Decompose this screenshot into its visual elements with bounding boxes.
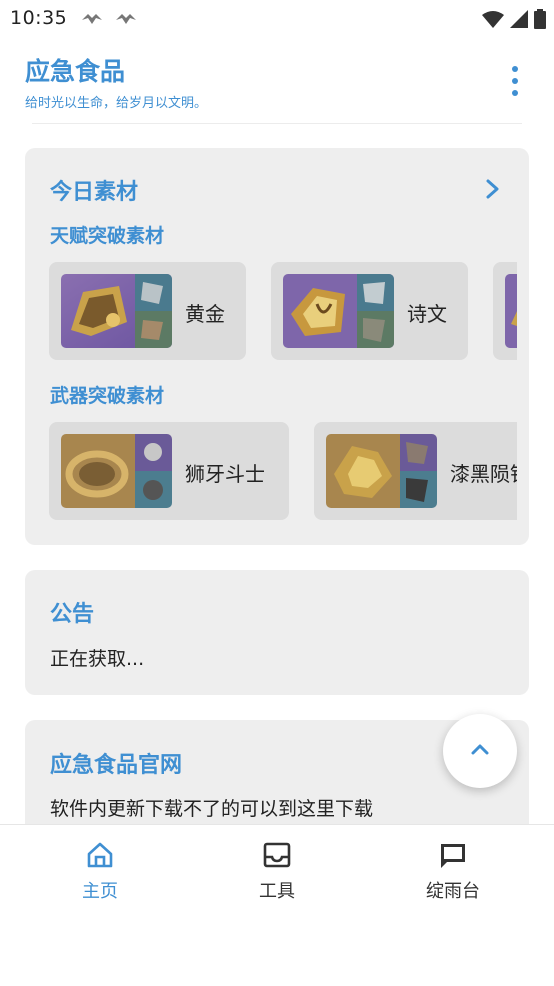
material-name: 黄金 — [185, 302, 225, 326]
material-image — [283, 274, 394, 348]
announcement-card[interactable]: 公告 正在获取... — [25, 570, 529, 695]
material-image — [505, 274, 517, 348]
notification-icon — [82, 14, 102, 24]
wifi-icon — [482, 11, 504, 28]
today-materials-title: 今日素材 — [50, 180, 139, 205]
nav-label-home: 主页 — [82, 881, 118, 902]
material-image — [326, 434, 437, 508]
scroll-to-top-button[interactable] — [443, 714, 517, 788]
announcement-title: 公告 — [50, 602, 95, 627]
chevron-up-icon — [471, 744, 489, 755]
signal-icon — [510, 10, 528, 28]
status-bar: 10:35 — [0, 0, 554, 38]
bottom-navigation: 主页 工具 绽雨台 — [0, 824, 554, 986]
app-title: 应急食品 — [25, 57, 126, 86]
material-item[interactable]: 黄金 — [49, 262, 246, 360]
material-name: 漆黑陨铁 — [450, 462, 517, 486]
announcement-text: 正在获取... — [50, 648, 145, 670]
chevron-right-icon[interactable] — [485, 178, 501, 200]
weapon-materials-row[interactable]: 狮牙斗士 漆黑陨铁 — [49, 422, 517, 520]
weapon-section-title: 武器突破素材 — [50, 385, 165, 407]
material-item[interactable]: 诗文 — [271, 262, 468, 360]
nav-item-tools[interactable]: 工具 — [207, 825, 347, 905]
nav-item-forum[interactable]: 绽雨台 — [383, 825, 523, 905]
more-vert-icon — [512, 66, 518, 72]
app-header: 应急食品 给时光以生命，给岁月以文明。 — [0, 38, 554, 124]
material-image — [61, 434, 172, 508]
material-item[interactable] — [493, 262, 517, 360]
notification-icon — [116, 14, 136, 24]
header-divider — [32, 123, 522, 124]
material-item[interactable]: 漆黑陨铁 — [314, 422, 517, 520]
material-name: 狮牙斗士 — [185, 462, 265, 486]
battery-icon — [534, 9, 546, 29]
talent-materials-row[interactable]: 黄金 诗文 — [49, 262, 517, 360]
official-site-text: 软件内更新下载不了的可以到这里下载 — [50, 798, 374, 820]
material-item[interactable]: 狮牙斗士 — [49, 422, 289, 520]
material-name: 诗文 — [407, 302, 447, 326]
nav-label-forum: 绽雨台 — [426, 881, 480, 902]
nav-item-home[interactable]: 主页 — [30, 825, 170, 905]
status-time: 10:35 — [10, 7, 68, 29]
chat-icon — [441, 844, 465, 868]
inbox-icon — [263, 842, 291, 868]
today-materials-card: 今日素材 天赋突破素材 黄金 诗文 武器突破素材 狮牙斗士 漆黑陨 — [25, 148, 529, 545]
nav-label-tools: 工具 — [259, 881, 295, 902]
app-subtitle: 给时光以生命，给岁月以文明。 — [25, 96, 208, 111]
material-image — [61, 274, 172, 348]
official-site-title: 应急食品官网 — [50, 753, 183, 778]
home-icon — [87, 842, 113, 868]
talent-section-title: 天赋突破素材 — [50, 225, 165, 247]
more-options-button[interactable] — [504, 66, 526, 96]
